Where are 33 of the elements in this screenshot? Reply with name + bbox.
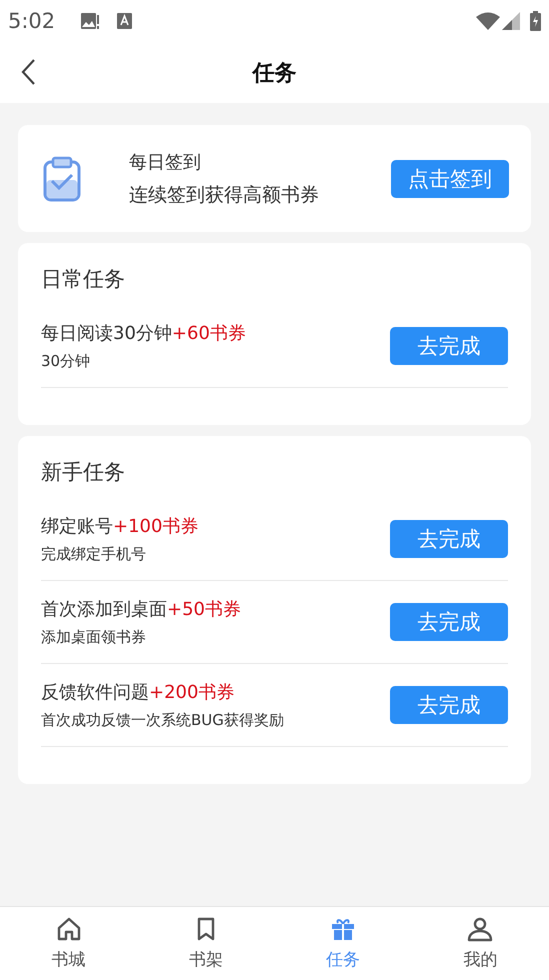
- task-description: 首次成功反馈一次系统BUG获得奖励: [41, 711, 285, 730]
- nav-tab[interactable]: 书架: [137, 907, 274, 980]
- checkin-button[interactable]: 点击签到: [391, 160, 509, 198]
- complete-button[interactable]: 去完成: [390, 603, 508, 641]
- page-title: 任务: [252, 60, 296, 88]
- section-title: 日常任务: [41, 266, 126, 293]
- task-title: 首次添加到桌面+50书券: [41, 598, 242, 621]
- nav-tab[interactable]: 我的: [412, 907, 549, 980]
- wifi-icon: [476, 12, 500, 30]
- back-icon[interactable]: [20, 58, 36, 86]
- image-icon: [81, 13, 100, 29]
- section-title: 新手任务: [41, 459, 126, 486]
- font-icon: [117, 13, 132, 29]
- task-title: 每日阅读30分钟+60书券: [41, 322, 247, 345]
- task-title: 反馈软件问题+200书券: [41, 681, 236, 704]
- nav-tab[interactable]: 任务: [274, 907, 412, 980]
- user-icon: [467, 916, 494, 942]
- task-description: 30分钟: [41, 352, 92, 371]
- complete-button[interactable]: 去完成: [390, 686, 508, 724]
- complete-button[interactable]: 去完成: [390, 520, 508, 558]
- status-time: 5:02: [8, 9, 56, 33]
- signal-icon: [502, 12, 520, 30]
- checkin-subtitle: 连续签到获得高额书券: [129, 182, 320, 208]
- checkin-title: 每日签到: [129, 150, 202, 174]
- complete-button[interactable]: 去完成: [390, 327, 508, 365]
- nav-tab[interactable]: 书城: [0, 907, 138, 980]
- task-description: 添加桌面领书券: [41, 628, 147, 647]
- gift-icon: [330, 916, 356, 942]
- clipboard-check-icon: [43, 156, 81, 202]
- task-title: 绑定账号+100书券: [41, 515, 200, 538]
- home-icon: [56, 916, 82, 942]
- battery-icon: [530, 11, 541, 31]
- task-description: 完成绑定手机号: [41, 545, 147, 564]
